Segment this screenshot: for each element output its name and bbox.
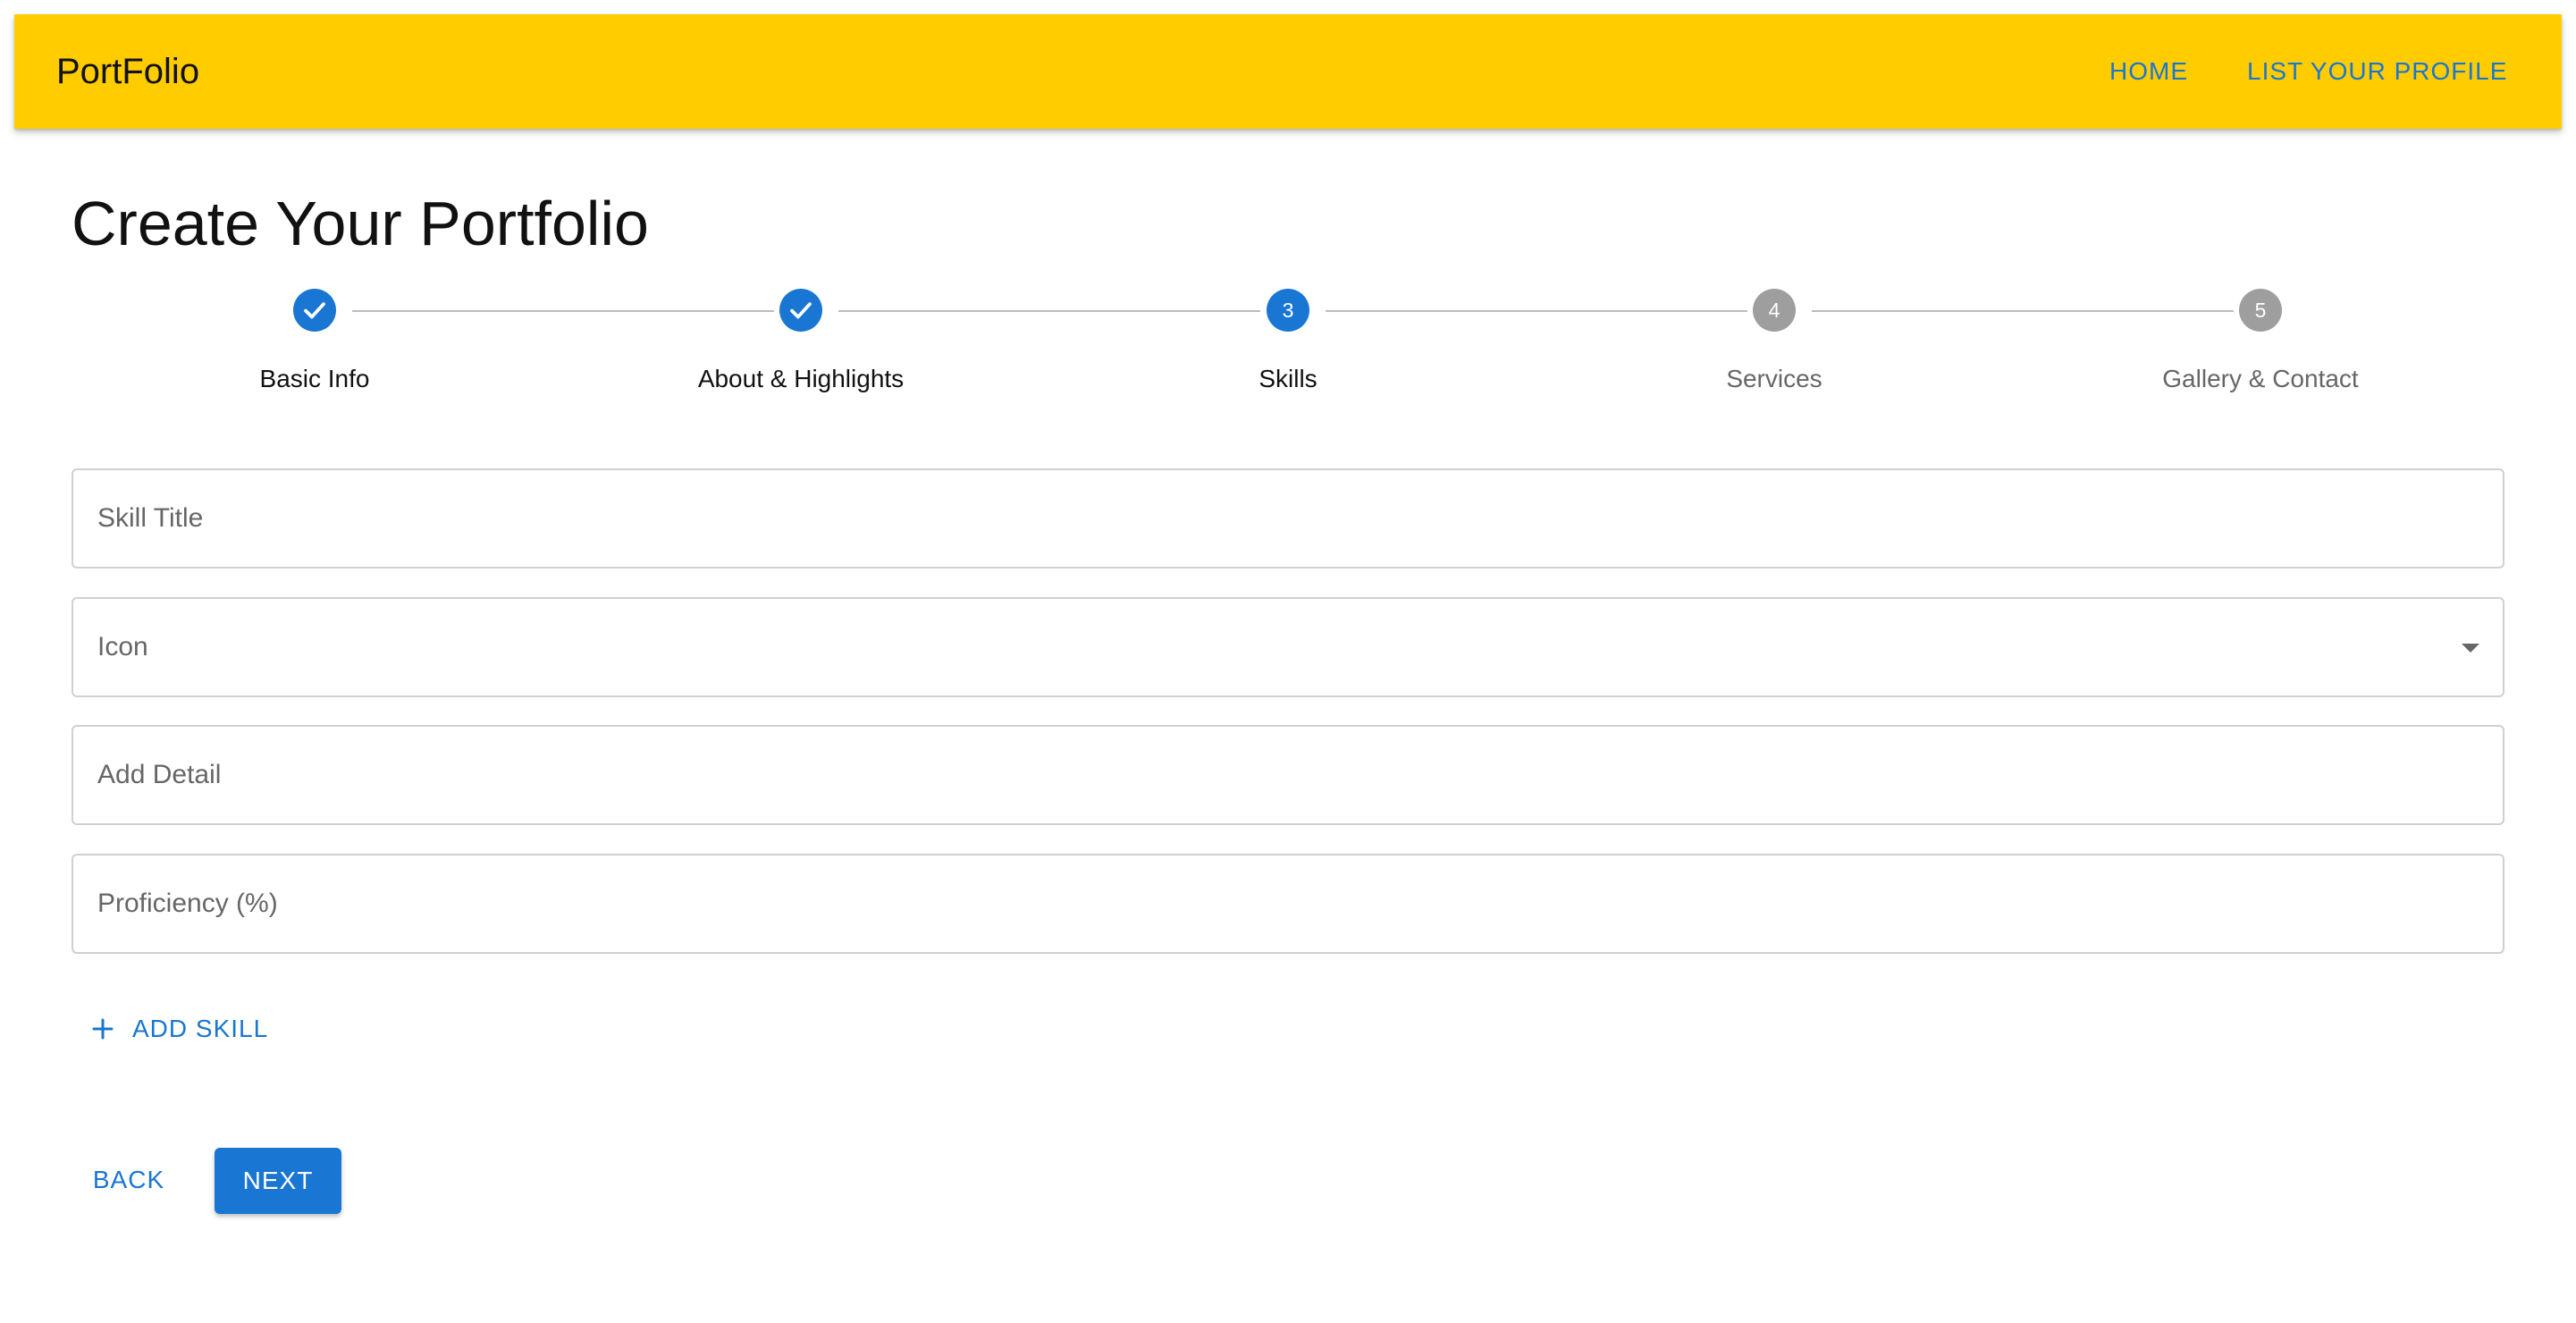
add-detail-input[interactable] <box>73 727 2503 823</box>
step-connector <box>1326 310 1747 312</box>
chevron-down-icon[interactable] <box>2462 644 2479 653</box>
skill-title-field <box>72 468 2504 569</box>
back-button[interactable]: BACK <box>75 1148 182 1212</box>
proficiency-field <box>72 854 2504 954</box>
step-connector <box>1812 310 2234 312</box>
step-4-label: Services <box>1726 365 1823 392</box>
step-5-label: Gallery & Contact <box>2162 365 2359 392</box>
proficiency-input[interactable] <box>73 855 2503 952</box>
add-detail-field <box>72 725 2504 825</box>
step-3-number: 3 <box>1267 289 1309 332</box>
step-connector <box>838 310 1260 312</box>
plus-icon <box>89 1015 116 1042</box>
step-3-label: Skills <box>1259 365 1317 392</box>
step-5-number: 5 <box>2239 289 2282 332</box>
skill-title-input[interactable] <box>73 470 2503 567</box>
step-2-label: About & Highlights <box>697 365 905 392</box>
step-1-check-icon <box>293 289 336 332</box>
page-title: Create Your Portfolio <box>72 189 649 258</box>
nav-list-your-profile-link[interactable]: LIST YOUR PROFILE <box>2247 14 2507 129</box>
add-skill-button[interactable]: ADD SKILL <box>75 1001 282 1057</box>
stepper: 3 4 5 Basic Info About & Highlights Skil… <box>72 286 2504 402</box>
icon-select[interactable]: Icon <box>72 597 2504 697</box>
step-4-number: 4 <box>1753 289 1796 332</box>
app-bar: PortFolio HOME LIST YOUR PROFILE <box>14 14 2562 129</box>
icon-select-label: Icon <box>97 632 148 662</box>
step-connector <box>352 310 774 312</box>
add-skill-label: ADD SKILL <box>132 1015 269 1042</box>
nav-home-link[interactable]: HOME <box>2109 14 2188 129</box>
step-1-label: Basic Info <box>259 365 370 392</box>
step-2-check-icon <box>779 289 822 332</box>
brand-title[interactable]: PortFolio <box>56 14 199 129</box>
next-button[interactable]: NEXT <box>215 1148 341 1214</box>
